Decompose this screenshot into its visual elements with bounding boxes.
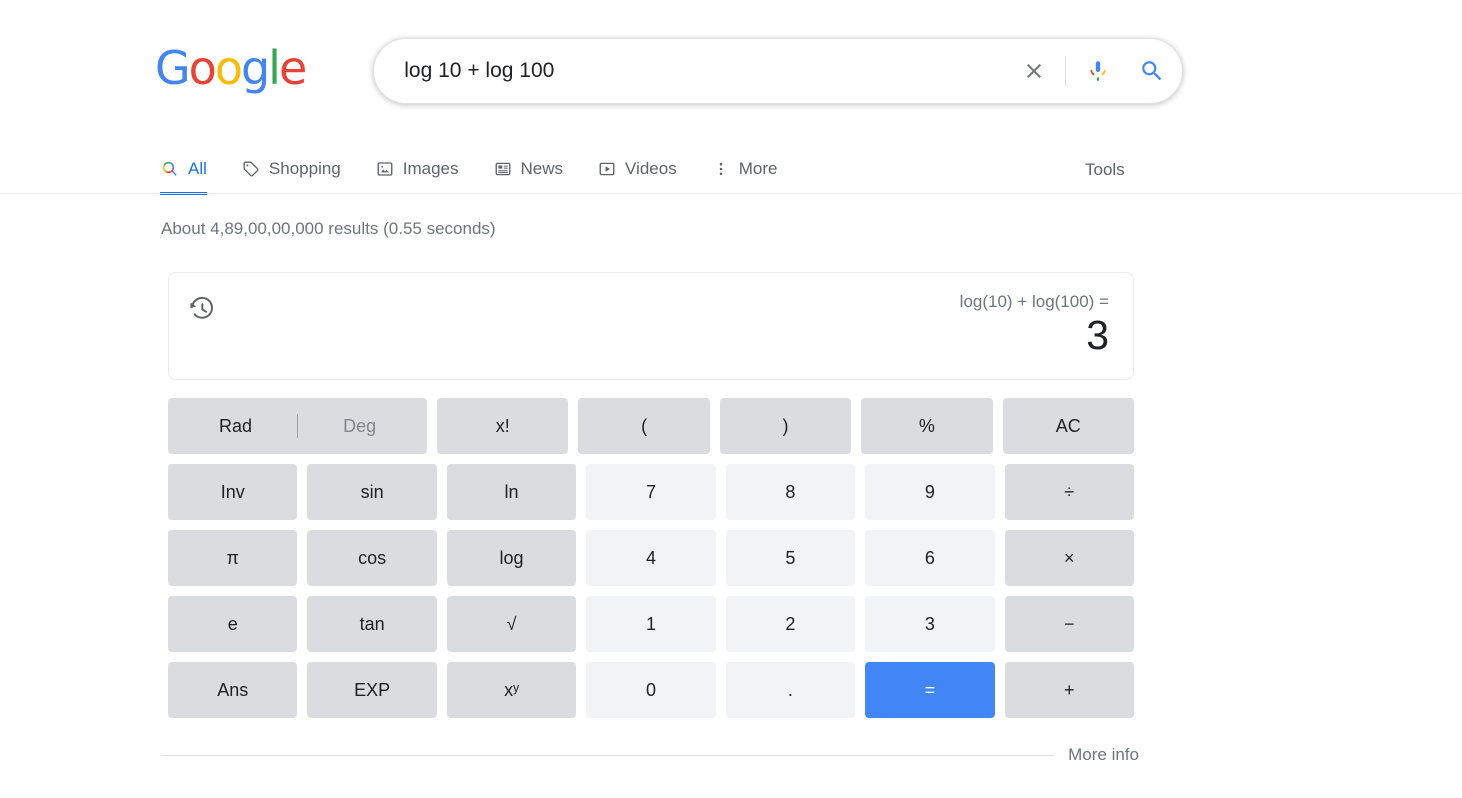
key-3[interactable]: 3 xyxy=(865,596,995,652)
keypad-row-2: Inv sin ln 7 8 9 ÷ xyxy=(168,464,1134,520)
rad-button[interactable]: Rad xyxy=(174,416,297,437)
search-header: Google log 10 + log 100 All Shopping Ima… xyxy=(0,0,1462,196)
calculator-expression: log(10) + log(100) = xyxy=(959,292,1109,311)
calculator-display: log(10) + log(100) = 3 xyxy=(168,272,1134,380)
key-sin[interactable]: sin xyxy=(307,464,437,520)
tab-images[interactable]: Images xyxy=(375,146,459,194)
microphone-icon[interactable] xyxy=(1074,58,1122,84)
search-submit-icon[interactable] xyxy=(1122,58,1182,84)
result-stats: About 4,89,00,00,000 results (0.55 secon… xyxy=(161,219,496,238)
tab-shopping[interactable]: Shopping xyxy=(241,146,341,194)
logo-letter-g1: G xyxy=(155,41,191,95)
key-all-clear[interactable]: AC xyxy=(1002,398,1134,454)
newspaper-icon xyxy=(493,159,513,179)
key-e[interactable]: e xyxy=(168,596,298,652)
tab-videos-label: Videos xyxy=(625,159,677,178)
tag-icon xyxy=(241,159,261,179)
calculator-footer: More info xyxy=(161,745,1139,765)
key-6[interactable]: 6 xyxy=(865,530,995,586)
google-logo[interactable]: Google xyxy=(155,45,307,97)
tab-all-label: All xyxy=(188,159,207,178)
key-pi[interactable]: π xyxy=(168,530,298,586)
close-icon[interactable] xyxy=(1011,59,1057,83)
more-info-link[interactable]: More info xyxy=(1068,745,1139,765)
history-icon[interactable] xyxy=(188,295,216,323)
deg-button[interactable]: Deg xyxy=(298,416,421,437)
key-minus[interactable]: − xyxy=(1004,596,1134,652)
footer-divider xyxy=(161,754,1055,756)
more-vertical-icon xyxy=(711,159,731,179)
tab-all[interactable]: All xyxy=(160,146,207,195)
key-inv[interactable]: Inv xyxy=(168,464,298,520)
key-percent[interactable]: % xyxy=(861,398,993,454)
key-plus[interactable]: + xyxy=(1004,662,1134,718)
key-log[interactable]: log xyxy=(446,530,577,586)
tab-more-label: More xyxy=(738,159,778,178)
key-divide[interactable]: ÷ xyxy=(1004,464,1134,520)
key-2[interactable]: 2 xyxy=(725,596,856,652)
key-power[interactable]: xʸ xyxy=(446,662,577,718)
search-divider xyxy=(1065,56,1067,86)
key-0[interactable]: 0 xyxy=(586,662,716,718)
key-4[interactable]: 4 xyxy=(586,530,716,586)
key-1[interactable]: 1 xyxy=(586,596,716,652)
calculator-keypad: Rad Deg x! ( ) % AC Inv sin ln 7 8 9 ÷ π… xyxy=(168,398,1134,718)
keypad-row-5: Ans EXP xʸ 0 . = + xyxy=(168,662,1134,718)
image-icon xyxy=(375,159,395,179)
key-factorial[interactable]: x! xyxy=(437,398,569,454)
calculator-result: 3 xyxy=(1086,312,1109,358)
tab-shopping-label: Shopping xyxy=(268,159,341,178)
key-equals[interactable]: = xyxy=(865,662,995,718)
key-9[interactable]: 9 xyxy=(865,464,995,520)
tools-button[interactable]: Tools xyxy=(1085,146,1125,194)
key-sqrt[interactable]: √ xyxy=(446,596,577,652)
play-box-icon xyxy=(597,159,617,179)
key-close-paren[interactable]: ) xyxy=(719,398,852,454)
tab-videos[interactable]: Videos xyxy=(597,146,677,194)
key-ln[interactable]: ln xyxy=(446,464,577,520)
logo-letter-o2: o xyxy=(214,41,243,95)
tab-news[interactable]: News xyxy=(493,146,564,194)
search-icon xyxy=(160,159,180,179)
keypad-row-4: e tan √ 1 2 3 − xyxy=(168,596,1134,652)
search-bar[interactable] xyxy=(373,38,1184,104)
key-8[interactable]: 8 xyxy=(725,464,856,520)
key-ans[interactable]: Ans xyxy=(168,662,298,718)
key-exp[interactable]: EXP xyxy=(307,662,437,718)
keypad-row-1: Rad Deg x! ( ) % AC xyxy=(168,398,1134,454)
key-7[interactable]: 7 xyxy=(586,464,716,520)
search-input[interactable] xyxy=(374,59,1012,83)
logo-letter-e: e xyxy=(278,41,307,95)
calculator-widget: log(10) + log(100) = 3 Rad Deg x! ( ) % … xyxy=(168,272,1134,718)
angle-mode-toggle[interactable]: Rad Deg xyxy=(168,398,428,454)
logo-letter-o1: o xyxy=(188,41,217,95)
key-multiply[interactable]: × xyxy=(1004,530,1134,586)
keypad-row-3: π cos log 4 5 6 × xyxy=(168,530,1134,586)
tab-images-label: Images xyxy=(402,159,459,178)
tab-news-label: News xyxy=(520,159,564,178)
key-cos[interactable]: cos xyxy=(307,530,437,586)
key-open-paren[interactable]: ( xyxy=(578,398,710,454)
tabs-underline xyxy=(0,193,1462,194)
header-row: Google xyxy=(155,38,1184,104)
nav-tabs: All Shopping Images News Videos More xyxy=(160,146,811,195)
logo-letter-g2: g xyxy=(240,41,270,95)
key-decimal[interactable]: . xyxy=(725,662,856,718)
key-tan[interactable]: tan xyxy=(307,596,437,652)
key-5[interactable]: 5 xyxy=(725,530,856,586)
tools-label: Tools xyxy=(1085,160,1125,179)
tab-more[interactable]: More xyxy=(711,146,778,194)
logo-letter-l: l xyxy=(268,41,281,95)
